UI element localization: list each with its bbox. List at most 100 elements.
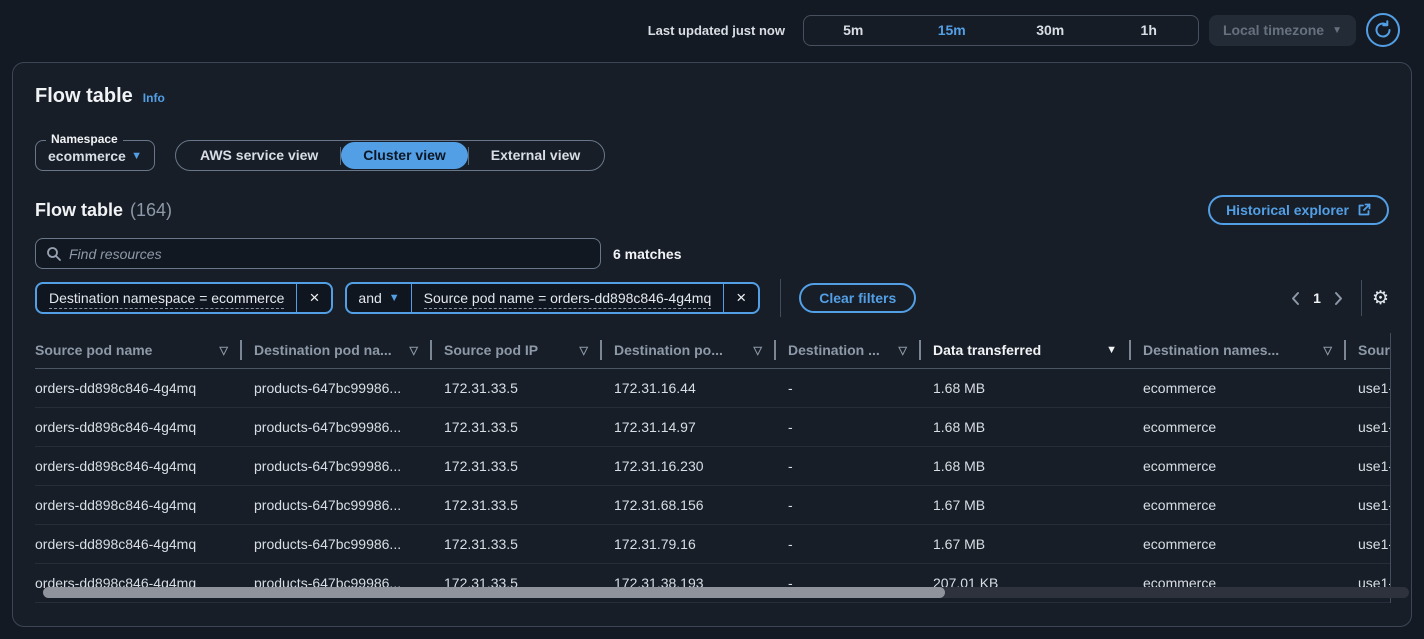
view-option-aws-service[interactable]: AWS service view xyxy=(178,142,340,169)
table-cell: 172.31.79.16 xyxy=(602,524,776,563)
table-cell: 172.31.33.5 xyxy=(432,368,602,407)
chevron-left-icon xyxy=(1290,291,1301,306)
table-row-count: (164) xyxy=(130,200,172,221)
table-cell: 172.31.16.44 xyxy=(602,368,776,407)
vertical-divider xyxy=(780,279,781,317)
refresh-button[interactable] xyxy=(1366,13,1400,47)
time-range-5m[interactable]: 5m xyxy=(804,16,903,45)
page-number[interactable]: 1 xyxy=(1307,290,1327,306)
table-cell: use1- xyxy=(1346,407,1391,446)
filter-caret-icon: ▽ xyxy=(899,344,907,357)
search-input[interactable] xyxy=(69,246,590,262)
table-cell: use1- xyxy=(1346,446,1391,485)
table-cell: 1.68 MB xyxy=(921,446,1131,485)
view-option-cluster[interactable]: Cluster view xyxy=(341,142,467,169)
view-option-external[interactable]: External view xyxy=(469,142,603,169)
last-updated-text: Last updated just now xyxy=(648,23,785,38)
filter-operator-dropdown[interactable]: and ▼ xyxy=(347,290,410,306)
refresh-icon xyxy=(1373,20,1393,40)
table-row: orders-dd898c846-4g4mqproducts-647bc9998… xyxy=(35,485,1391,524)
close-icon[interactable]: × xyxy=(724,284,758,312)
column-header-label: Source pod IP xyxy=(444,342,538,358)
table-cell: 172.31.68.156 xyxy=(602,485,776,524)
previous-page-button[interactable] xyxy=(1283,286,1307,310)
table-cell: 172.31.14.97 xyxy=(602,407,776,446)
table-cell: ecommerce xyxy=(1131,368,1346,407)
table-cell: - xyxy=(776,446,921,485)
scrollbar-thumb[interactable] xyxy=(43,587,945,598)
table-cell: products-647bc99986... xyxy=(242,485,432,524)
clear-filters-button[interactable]: Clear filters xyxy=(799,283,916,313)
column-header-label: Data transferred xyxy=(933,342,1041,358)
table-cell: orders-dd898c846-4g4mq xyxy=(35,485,242,524)
table-cell: - xyxy=(776,368,921,407)
table-cell: 1.68 MB xyxy=(921,368,1131,407)
pagination: 1 ⚙ xyxy=(1283,280,1389,316)
timezone-label: Local timezone xyxy=(1223,22,1324,38)
close-icon[interactable]: × xyxy=(297,284,331,312)
time-range-30m[interactable]: 30m xyxy=(1001,16,1100,45)
table-cell: use1- xyxy=(1346,368,1391,407)
time-range-selector: 5m 15m 30m 1h xyxy=(803,15,1199,46)
namespace-select[interactable]: Namespace ecommerce ▼ xyxy=(35,140,155,171)
time-range-15m[interactable]: 15m xyxy=(902,16,1001,45)
historical-explorer-button[interactable]: Historical explorer xyxy=(1208,195,1389,225)
table-cell: - xyxy=(776,485,921,524)
table-row: orders-dd898c846-4g4mqproducts-647bc9998… xyxy=(35,524,1391,563)
table-cell: 1.67 MB xyxy=(921,524,1131,563)
filter-token-text[interactable]: Destination namespace = ecommerce xyxy=(37,290,296,306)
flow-table-container: Source pod name▽Destination pod na...▽So… xyxy=(35,333,1391,603)
column-header-source-pod-name[interactable]: Source pod name▽ xyxy=(35,333,242,368)
column-header-label: Destination pod na... xyxy=(254,342,392,358)
page-title: Flow table xyxy=(35,85,133,108)
column-header-data-transferred[interactable]: Data transferred▼ xyxy=(921,333,1131,368)
table-cell: - xyxy=(776,524,921,563)
chevron-down-icon: ▼ xyxy=(1332,25,1342,36)
table-cell: products-647bc99986... xyxy=(242,407,432,446)
table-row: orders-dd898c846-4g4mqproducts-647bc9998… xyxy=(35,407,1391,446)
namespace-select-value: ecommerce xyxy=(48,148,126,164)
filter-token-source-pod-name: and ▼ Source pod name = orders-dd898c846… xyxy=(345,282,760,314)
flow-table: Source pod name▽Destination pod na...▽So… xyxy=(35,333,1391,603)
table-cell: orders-dd898c846-4g4mq xyxy=(35,407,242,446)
gear-icon[interactable]: ⚙ xyxy=(1372,289,1389,308)
filter-token-destination-namespace: Destination namespace = ecommerce × xyxy=(35,282,333,314)
flow-table-body: orders-dd898c846-4g4mqproducts-647bc9998… xyxy=(35,368,1391,602)
column-header-destination[interactable]: Destination ...▽ xyxy=(776,333,921,368)
next-page-button[interactable] xyxy=(1327,286,1351,310)
vertical-divider xyxy=(1361,280,1362,316)
view-segmented-control: AWS service view Cluster view External v… xyxy=(175,140,605,171)
filter-caret-icon: ▽ xyxy=(220,344,228,357)
table-cell: 172.31.33.5 xyxy=(432,485,602,524)
info-link[interactable]: Info xyxy=(143,91,165,105)
table-cell: use1- xyxy=(1346,524,1391,563)
column-header-source-pod-ip[interactable]: Source pod IP ▽ xyxy=(432,333,602,368)
search-icon xyxy=(46,246,61,261)
table-cell: orders-dd898c846-4g4mq xyxy=(35,446,242,485)
column-header-label: Sour xyxy=(1358,342,1390,358)
chevron-down-icon: ▼ xyxy=(389,292,400,304)
column-header-destination-pod-name[interactable]: Destination pod na...▽ xyxy=(242,333,432,368)
filter-caret-icon: ▽ xyxy=(754,344,762,357)
time-range-1h[interactable]: 1h xyxy=(1099,16,1198,45)
horizontal-scrollbar[interactable] xyxy=(43,587,1409,598)
match-count: 6 matches xyxy=(613,246,681,262)
column-header-source-clipped[interactable]: Sour xyxy=(1346,333,1391,368)
column-header-destination-namespace[interactable]: Destination names...▽ xyxy=(1131,333,1346,368)
search-box xyxy=(35,238,601,269)
filter-token-text[interactable]: Source pod name = orders-dd898c846-4g4mq xyxy=(412,290,724,306)
flow-table-panel: Flow table Info Namespace ecommerce ▼ AW… xyxy=(12,62,1412,627)
column-header-destination-pod-ip[interactable]: Destination po...▽ xyxy=(602,333,776,368)
table-cell: 172.31.33.5 xyxy=(432,524,602,563)
top-bar: Last updated just now 5m 15m 30m 1h Loca… xyxy=(0,0,1424,60)
table-cell: ecommerce xyxy=(1131,407,1346,446)
table-cell: 172.31.33.5 xyxy=(432,446,602,485)
flow-table-header-row: Source pod name▽Destination pod na...▽So… xyxy=(35,333,1391,368)
table-cell: - xyxy=(776,407,921,446)
table-cell: orders-dd898c846-4g4mq xyxy=(35,524,242,563)
filter-caret-icon: ▽ xyxy=(1324,344,1332,357)
filter-caret-icon: ▽ xyxy=(580,344,588,357)
table-cell: ecommerce xyxy=(1131,524,1346,563)
table-cell: 1.68 MB xyxy=(921,407,1131,446)
timezone-dropdown[interactable]: Local timezone ▼ xyxy=(1209,15,1356,46)
